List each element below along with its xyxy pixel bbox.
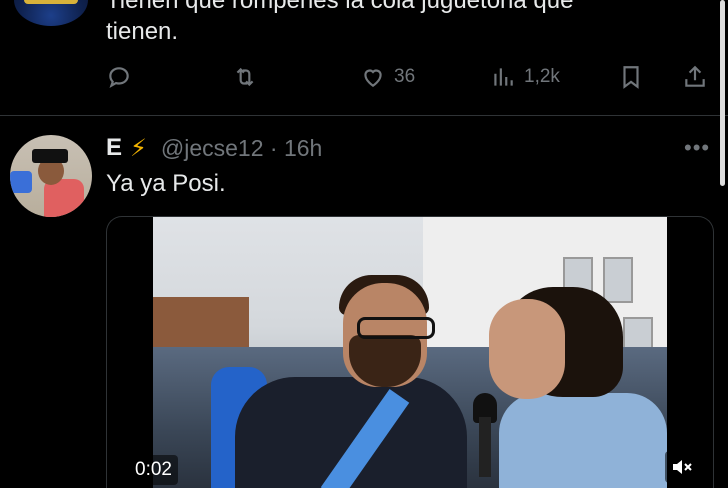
bookmark-button[interactable] — [618, 62, 644, 92]
mute-button[interactable] — [665, 451, 699, 483]
views-icon — [494, 68, 513, 86]
handle-and-time[interactable]: @jecse12 · 16h — [161, 135, 322, 162]
previous-tweet-text-line2: tienen. — [106, 18, 179, 45]
retweet-button[interactable] — [232, 62, 266, 92]
video-player[interactable]: 0:02 — [106, 216, 714, 488]
reply-icon — [109, 67, 129, 89]
reply-button[interactable] — [106, 62, 140, 92]
previous-tweet-actions: 36 1,2k — [106, 62, 712, 92]
scrollbar[interactable] — [720, 0, 725, 186]
video-frame[interactable] — [153, 217, 667, 488]
bookmark-icon — [623, 66, 639, 89]
video-timer: 0:02 — [129, 455, 178, 485]
lightning-bolt-emoji: ⚡ — [130, 134, 147, 162]
more-icon[interactable]: ••• — [684, 135, 710, 161]
previous-tweet[interactable]: Tienen que rompeñes la cola juguetona qu… — [0, 0, 728, 116]
previous-tweet-avatar[interactable] — [14, 0, 88, 26]
tweet[interactable]: E ⚡ @jecse12 · 16h ••• Ya ya Posi. 0:02 — [0, 117, 728, 488]
views-button[interactable]: 1,2k — [490, 62, 560, 92]
like-count: 36 — [394, 66, 416, 87]
like-button[interactable]: 36 — [360, 62, 415, 92]
tweet-header: E ⚡ @jecse12 · 16h — [106, 133, 322, 163]
like-icon — [364, 69, 382, 87]
avatar[interactable] — [10, 135, 92, 217]
tweet-text: Ya ya Posi. — [106, 170, 226, 197]
display-name[interactable]: E — [106, 134, 122, 162]
share-icon — [685, 65, 705, 87]
retweet-icon — [236, 67, 254, 87]
view-count: 1,2k — [524, 66, 560, 87]
mute-icon — [673, 460, 692, 474]
share-button[interactable] — [682, 62, 708, 92]
previous-tweet-text-line1: Tienen que rompeñes la cola juguetona qu… — [106, 0, 574, 14]
